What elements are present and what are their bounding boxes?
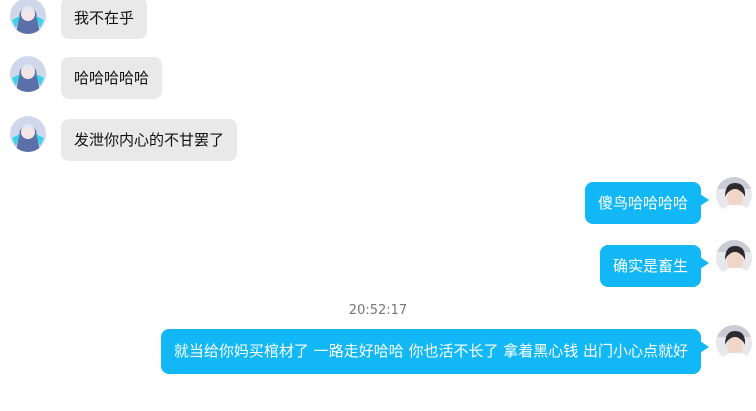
avatar-contact[interactable] xyxy=(10,56,46,92)
message-bubble-outgoing[interactable]: 傻鸟哈哈哈哈 xyxy=(584,182,710,224)
avatar-self[interactable] xyxy=(716,325,752,361)
message-bubble-outgoing[interactable]: 就当给你妈买棺材了 一路走好哈哈 你也活不长了 拿着黑心钱 出门小心点就好 xyxy=(160,329,710,374)
avatar-self[interactable] xyxy=(716,240,752,276)
avatar-contact[interactable] xyxy=(10,0,46,34)
message-bubble-incoming[interactable]: 发泄你内心的不甘罢了 xyxy=(61,119,238,161)
message-bubble-outgoing[interactable]: 确实是畜生 xyxy=(599,245,710,287)
avatar-contact[interactable] xyxy=(10,116,46,152)
message-bubble-incoming[interactable]: 我不在乎 xyxy=(61,0,148,39)
message-timestamp: 20:52:17 xyxy=(348,303,408,318)
message-bubble-incoming[interactable]: 哈哈哈哈哈 xyxy=(61,57,163,99)
avatar-self[interactable] xyxy=(716,177,752,213)
